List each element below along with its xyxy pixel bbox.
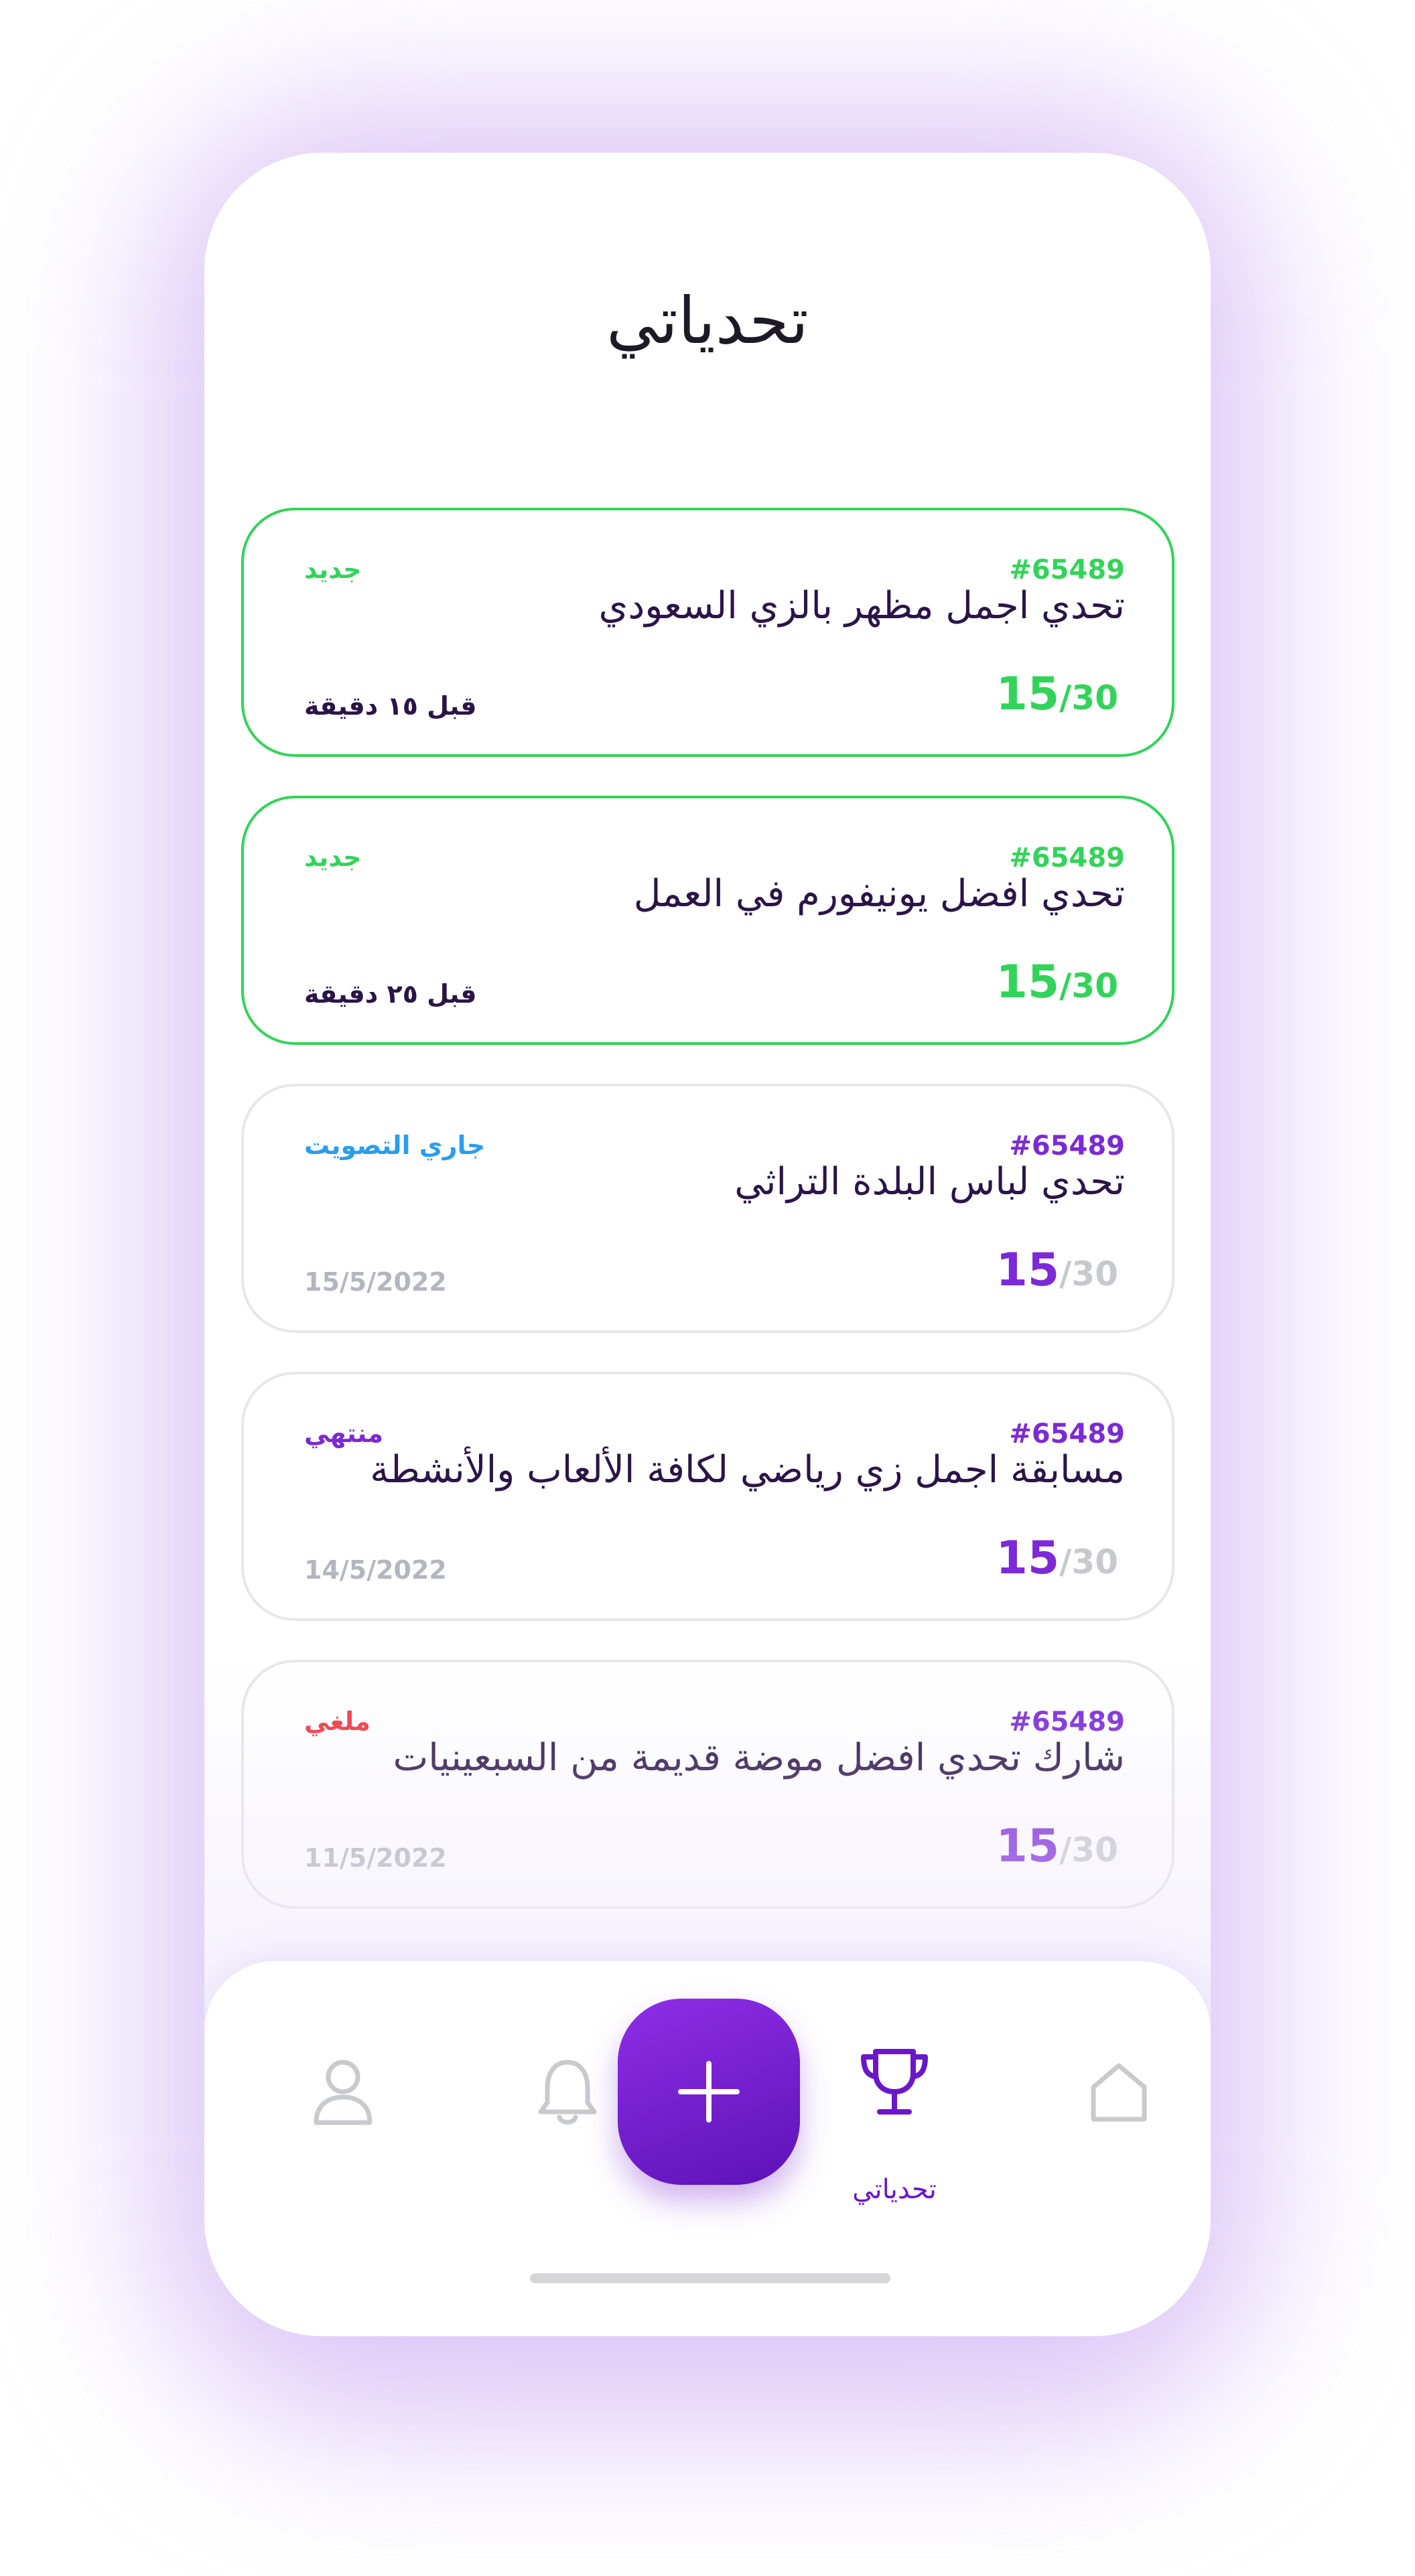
challenge-date: قبل ٢٥ دقيقة [304, 979, 477, 1009]
challenge-title: شارك تحدي افضل موضة قديمة من السبعينيات [393, 1736, 1126, 1780]
nav-my-challenges-button[interactable] [827, 2015, 961, 2149]
challenge-date: 14/5/2022 [304, 1555, 447, 1585]
participants-total: 30 [1071, 967, 1118, 1005]
participants-total: 30 [1071, 1543, 1118, 1581]
participants-count: 15/30 [996, 1820, 1119, 1873]
challenge-title: تحدي لباس البلدة التراثي [734, 1160, 1125, 1204]
challenge-title: تحدي اجمل مظهر بالزي السعودي [598, 584, 1125, 628]
participants-separator: / [1059, 678, 1072, 717]
home-indicator [530, 2273, 890, 2283]
challenge-id: #65489 [1009, 1419, 1125, 1449]
challenge-card[interactable]: #65489 مسابقة اجمل زي رياضي لكافة الألعاب… [241, 1372, 1174, 1621]
nav-home-button[interactable] [1052, 2025, 1186, 2159]
challenge-date: قبل ١٥ دقيقة [304, 691, 477, 721]
challenge-date: 11/5/2022 [304, 1843, 447, 1873]
challenge-card[interactable]: #65489 تحدي اجمل مظهر بالزي السعودي جديد 15… [241, 508, 1174, 757]
participants-count: 15/30 [996, 956, 1119, 1009]
nav-my-challenges-label: تحدياتي [852, 2174, 937, 2205]
challenge-id: #65489 [1009, 555, 1125, 585]
participants-current: 15 [996, 668, 1060, 721]
participants-separator: / [1059, 1255, 1072, 1293]
home-icon [1091, 2063, 1147, 2122]
nav-profile-button[interactable] [276, 2025, 410, 2159]
participants-separator: / [1059, 1831, 1072, 1869]
participants-current: 15 [996, 1244, 1060, 1297]
challenge-date: 15/5/2022 [304, 1267, 447, 1297]
status-badge: ملغي [304, 1707, 370, 1736]
status-badge: منتهي [304, 1419, 384, 1448]
challenge-card[interactable]: #65489 شارك تحدي افضل موضة قديمة من السبع… [241, 1660, 1174, 1909]
challenge-id: #65489 [1009, 843, 1125, 873]
page-title: تحدياتي [606, 283, 809, 358]
challenge-title: تحدي افضل يونيفورم في العمل [633, 872, 1125, 916]
participants-separator: / [1059, 967, 1072, 1005]
participants-total: 30 [1071, 1255, 1118, 1293]
bottom-nav-bar: تحدياتي [204, 1961, 1211, 2336]
challenge-id: #65489 [1009, 1131, 1125, 1161]
plus-icon [678, 2061, 740, 2123]
phone-screen: تحدياتي #65489 تحدي اجمل مظهر بالزي السعو… [204, 153, 1211, 2336]
status-badge: جديد [304, 843, 362, 872]
trophy-icon [861, 2049, 928, 2115]
participants-count: 15/30 [996, 668, 1119, 721]
challenge-title: مسابقة اجمل زي رياضي لكافة الألعاب والأن… [370, 1448, 1125, 1492]
participants-current: 15 [996, 1532, 1060, 1585]
participants-total: 30 [1071, 678, 1118, 717]
participants-separator: / [1059, 1543, 1072, 1581]
participants-current: 15 [996, 1820, 1060, 1873]
challenge-id: #65489 [1009, 1707, 1125, 1737]
participants-count: 15/30 [996, 1244, 1119, 1297]
profile-icon [314, 2060, 373, 2125]
add-challenge-button[interactable] [618, 1999, 800, 2185]
participants-total: 30 [1071, 1831, 1118, 1869]
nav-notifications-button[interactable] [500, 2025, 634, 2159]
participants-current: 15 [996, 956, 1060, 1009]
bell-icon [538, 2060, 597, 2125]
status-badge: جديد [304, 555, 362, 584]
status-badge: جاري التصويت [304, 1131, 486, 1160]
participants-count: 15/30 [996, 1532, 1119, 1585]
challenge-card[interactable]: #65489 تحدي لباس البلدة التراثي جاري التصو… [241, 1084, 1174, 1333]
challenge-card[interactable]: #65489 تحدي افضل يونيفورم في العمل جديد 15/… [241, 796, 1174, 1045]
